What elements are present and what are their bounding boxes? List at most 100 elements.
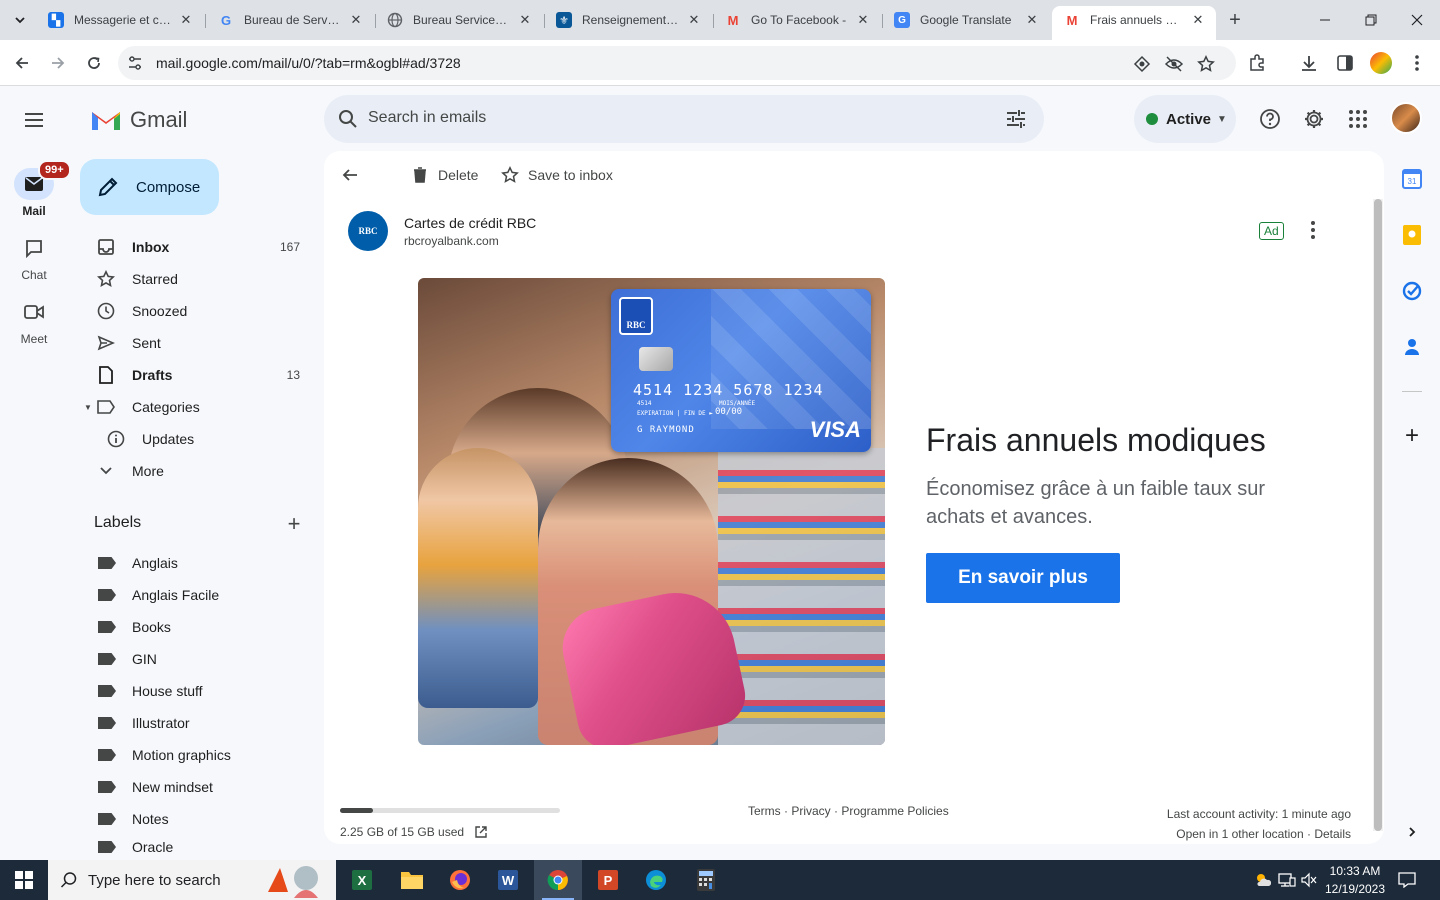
label-item[interactable]: House stuff xyxy=(80,675,312,707)
other-location-link[interactable]: Open in 1 other location · Details xyxy=(1167,824,1351,844)
compose-button[interactable]: Compose xyxy=(80,159,219,215)
tab-search-button[interactable] xyxy=(8,8,32,32)
add-app-icon[interactable]: + xyxy=(1400,422,1424,449)
search-options-icon[interactable] xyxy=(1004,107,1028,131)
label-item[interactable]: Motion graphics xyxy=(80,739,312,771)
label-item[interactable]: GIN xyxy=(80,643,312,675)
label-item[interactable]: Oracle xyxy=(80,835,312,859)
add-label-button[interactable]: + xyxy=(282,511,306,536)
close-tab-icon[interactable]: ✕ xyxy=(517,12,533,28)
label-item[interactable]: Anglais Facile xyxy=(80,579,312,611)
taskbar-search[interactable]: Type here to search xyxy=(48,860,336,900)
address-bar[interactable]: mail.google.com/mail/u/0/?tab=rm&ogbl#ad… xyxy=(118,46,1236,80)
weather-icon[interactable] xyxy=(1254,871,1272,889)
external-link-icon[interactable] xyxy=(474,825,488,839)
browser-tab-5[interactable]: M Go To Facebook - ✕ xyxy=(713,6,881,34)
close-tab-icon[interactable]: ✕ xyxy=(348,12,364,28)
extensions-icon[interactable] xyxy=(1246,52,1268,74)
volume-muted-icon[interactable] xyxy=(1300,871,1318,889)
expand-arrow-icon[interactable]: ▼ xyxy=(84,403,92,412)
browser-tab-7-active[interactable]: M Frais annuels mod ✕ xyxy=(1052,6,1216,40)
folder-starred[interactable]: Starred xyxy=(80,263,312,295)
rail-meet[interactable]: Meet xyxy=(8,296,60,346)
close-window-button[interactable] xyxy=(1394,0,1440,40)
bookmark-star-icon[interactable] xyxy=(1196,54,1216,74)
download-icon[interactable] xyxy=(1298,52,1320,74)
browser-tab-4[interactable]: ⚜ Renseignements g ✕ xyxy=(544,6,712,34)
firefox-app[interactable] xyxy=(436,860,484,900)
browser-tab-6[interactable]: G Google Translate ✕ xyxy=(882,6,1050,34)
label-item[interactable]: New mindset xyxy=(80,771,312,803)
label-item[interactable]: Notes xyxy=(80,803,312,835)
close-tab-icon[interactable]: ✕ xyxy=(1190,12,1206,28)
folder-snoozed[interactable]: Snoozed xyxy=(80,295,312,327)
lens-icon[interactable] xyxy=(1132,54,1152,74)
learn-more-button[interactable]: En savoir plus xyxy=(926,553,1120,603)
chevron-right-icon[interactable] xyxy=(1400,820,1424,844)
account-avatar[interactable] xyxy=(1390,102,1422,134)
site-info-icon[interactable] xyxy=(126,54,144,72)
minimize-button[interactable] xyxy=(1302,0,1348,40)
notifications-icon[interactable] xyxy=(1398,871,1416,889)
start-button[interactable] xyxy=(0,860,48,900)
search-bar[interactable]: Search in emails xyxy=(324,95,1044,143)
save-to-inbox-button[interactable]: Save to inbox xyxy=(500,165,613,185)
ad-hero-image[interactable]: RBC 4514 1234 5678 1234 4514 EXPIRATION … xyxy=(418,278,885,745)
label-item[interactable]: Illustrator xyxy=(80,707,312,739)
back-button[interactable] xyxy=(8,49,36,77)
system-clock[interactable]: 10:33 AM 12/19/2023 xyxy=(1320,862,1390,898)
powerpoint-app[interactable]: P xyxy=(584,860,632,900)
profile-avatar[interactable] xyxy=(1370,52,1392,74)
credit-card-graphic: RBC 4514 1234 5678 1234 4514 EXPIRATION … xyxy=(611,289,871,452)
eye-off-icon[interactable] xyxy=(1164,54,1184,74)
search-icon[interactable] xyxy=(336,107,360,131)
delete-button[interactable]: Delete xyxy=(410,165,478,185)
more-options-icon[interactable] xyxy=(1304,221,1322,239)
browser-menu-icon[interactable] xyxy=(1406,52,1428,74)
back-to-list-icon[interactable] xyxy=(340,165,360,185)
settings-gear-icon[interactable] xyxy=(1302,107,1326,131)
status-selector[interactable]: Active ▼ xyxy=(1134,95,1236,143)
chrome-app[interactable] xyxy=(534,860,582,900)
close-tab-icon[interactable]: ✕ xyxy=(178,12,194,28)
search-input[interactable]: Search in emails xyxy=(368,109,486,127)
rail-chat[interactable]: Chat xyxy=(8,232,60,282)
folder-inbox[interactable]: Inbox 167 xyxy=(80,231,312,263)
edge-app[interactable] xyxy=(632,860,680,900)
scrollbar-thumb[interactable] xyxy=(1374,199,1382,831)
word-app[interactable]: W xyxy=(484,860,532,900)
folder-more[interactable]: More xyxy=(80,455,312,487)
folder-sent[interactable]: Sent xyxy=(80,327,312,359)
calendar-icon[interactable]: 31 xyxy=(1400,167,1424,191)
browser-tab-3[interactable]: Bureau Services Q ✕ xyxy=(375,6,543,34)
storage-info: 2.25 GB of 15 GB used xyxy=(340,825,488,839)
calculator-app[interactable] xyxy=(682,860,730,900)
reload-button[interactable] xyxy=(80,49,108,77)
browser-tab-1[interactable]: ▚ Messagerie et cou ✕ xyxy=(36,6,204,34)
browser-tab-2[interactable]: G Bureau de Service ✕ xyxy=(206,6,374,34)
close-tab-icon[interactable]: ✕ xyxy=(1024,12,1040,28)
new-tab-button[interactable]: + xyxy=(1224,9,1246,31)
rail-mail[interactable]: 99+ Mail xyxy=(8,160,71,218)
restore-button[interactable] xyxy=(1348,0,1394,40)
forward-button[interactable] xyxy=(44,49,72,77)
gmail-logo[interactable]: Gmail xyxy=(90,106,187,134)
excel-app[interactable]: X xyxy=(338,860,386,900)
folder-categories[interactable]: ▼ Categories xyxy=(80,391,312,423)
tasks-icon[interactable] xyxy=(1400,279,1424,303)
network-icon[interactable] xyxy=(1278,871,1296,889)
footer-links[interactable]: Terms · Privacy · Programme Policies xyxy=(748,804,949,818)
folder-updates[interactable]: Updates xyxy=(80,423,312,455)
keep-icon[interactable] xyxy=(1400,223,1424,247)
folder-drafts[interactable]: Drafts 13 xyxy=(80,359,312,391)
apps-grid-icon[interactable] xyxy=(1346,107,1370,131)
help-icon[interactable] xyxy=(1258,107,1282,131)
close-tab-icon[interactable]: ✕ xyxy=(855,12,871,28)
close-tab-icon[interactable]: ✕ xyxy=(686,12,702,28)
main-menu-button[interactable] xyxy=(18,104,50,136)
label-item[interactable]: Books xyxy=(80,611,312,643)
label-item[interactable]: Anglais xyxy=(80,547,312,579)
side-panel-icon[interactable] xyxy=(1334,52,1356,74)
file-explorer-app[interactable] xyxy=(388,860,436,900)
contacts-icon[interactable] xyxy=(1400,335,1424,359)
